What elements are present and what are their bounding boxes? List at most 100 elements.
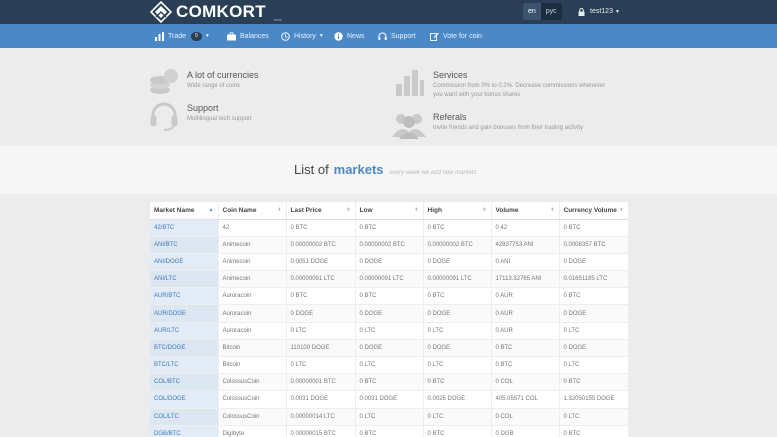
market-link[interactable]: ANI/DOGE xyxy=(150,253,219,272)
table-cell: 0 COL xyxy=(491,373,560,392)
table-cell: 0.00000091 LTC xyxy=(286,270,356,289)
table-row[interactable]: COL/BTC ColossusCoin 0.00000001 BTC 0 BTC 0 … xyxy=(150,373,629,392)
column-header-market-name[interactable]: Market Name ▲ xyxy=(150,202,219,220)
table-cell: 42 xyxy=(218,219,287,237)
column-header-coin-name[interactable]: Coin Name ⬍ xyxy=(218,202,287,220)
table-row[interactable]: 42/BTC 42 0 BTC 0 BTC 0 BTC 0 42 0 BTC xyxy=(150,219,629,237)
table-cell: 0 LTC xyxy=(559,408,629,426)
lang-ru[interactable]: рус xyxy=(541,3,562,20)
clock-icon xyxy=(281,31,290,41)
top-bar: COMKORT beta en рус test123 ▼ xyxy=(0,0,777,24)
markets-header: List of markets every week we add new ma… xyxy=(0,146,777,194)
features-section: A lot of currencies Wide range of coins … xyxy=(0,48,777,146)
column-header-last-price[interactable]: Last Price ⬍ xyxy=(286,202,356,220)
market-link[interactable]: DGB/BTC xyxy=(150,425,219,437)
table-cell: 0.0008357 BTC xyxy=(559,236,629,254)
table-cell: 42837753 ANI xyxy=(491,236,560,254)
column-header-currency-volume[interactable]: Currency Volume ⬍ xyxy=(559,202,629,220)
brand-logo[interactable]: COMKORT beta xyxy=(150,1,282,23)
table-cell: 0.00000001 BTC xyxy=(286,373,356,392)
table-cell: 0 AUR xyxy=(491,322,560,340)
trade-count-badge: 0 xyxy=(191,31,202,41)
nav-trade[interactable]: Trade 0 ▼ xyxy=(155,24,210,48)
table-cell: ColossusCoin xyxy=(218,373,287,392)
table-row[interactable]: ANI/DOGE Animecoin 0.0051 DOGE 0 DOGE 0 DOGE… xyxy=(150,253,629,272)
table-row[interactable]: BTC/DOGE Bitcoin 110100 DOGE 0 DOGE 0 DOGE 0 … xyxy=(150,339,629,358)
nav-vote[interactable]: Vote for coin xyxy=(430,24,482,48)
table-cell: 0 BTC xyxy=(491,356,560,375)
nav-news-label: News xyxy=(347,32,365,40)
lang-en[interactable]: en xyxy=(523,3,541,20)
markets-table: Market Name ▲ Coin Name ⬍ Last Price ⬍ Low ⬍… xyxy=(150,202,629,437)
sort-icon: ⬍ xyxy=(414,207,419,213)
sort-asc-icon: ▲ xyxy=(208,207,214,213)
table-cell: 0 DOGE xyxy=(355,253,424,272)
markets-title: List of markets every week we add new ma… xyxy=(294,162,477,177)
table-cell: 0.00000015 BTC xyxy=(286,425,356,437)
table-cell: 0.00000091 LTC xyxy=(423,270,492,289)
market-link[interactable]: AUR/DOGE xyxy=(150,304,219,323)
table-cell: 0 LTC xyxy=(423,356,492,375)
table-cell: 1.32050155 DOGE xyxy=(559,390,629,409)
edit-icon xyxy=(430,32,439,41)
market-link[interactable]: AUR/BTC xyxy=(150,287,219,306)
table-cell: 0 BTC xyxy=(423,219,492,237)
market-link[interactable]: COL/DOGE xyxy=(150,390,219,409)
market-link[interactable]: ANI/BTC xyxy=(150,236,219,254)
table-cell: 0 AUR xyxy=(491,287,560,306)
table-cell: Animecoin xyxy=(218,270,287,289)
market-link[interactable]: 42/BTC xyxy=(150,219,219,237)
table-cell: 0 LTC xyxy=(559,322,629,340)
market-link[interactable]: COL/BTC xyxy=(150,373,219,392)
column-header-low[interactable]: Low ⬍ xyxy=(355,202,424,220)
nav-vote-label: Vote for coin xyxy=(443,32,482,40)
table-cell: ColossusCoin xyxy=(218,390,287,409)
table-row[interactable]: AUR/DOGE Auroracoin 0 DOGE 0 DOGE 0 DOGE 0 AU… xyxy=(150,304,629,323)
market-link[interactable]: ANI/LTC xyxy=(150,270,219,289)
bar-chart-icon xyxy=(396,70,424,96)
nav-balances[interactable]: Balances xyxy=(227,24,269,48)
market-link[interactable]: AUR/LTC xyxy=(150,322,219,340)
column-header-high[interactable]: High ⬍ xyxy=(423,202,492,220)
table-cell: 0 BTC xyxy=(286,219,356,237)
feature-title: A lot of currencies xyxy=(187,70,259,80)
table-cell: 0.0051 DOGE xyxy=(286,253,356,272)
lock-icon xyxy=(578,7,585,16)
table-cell: 0 DGB xyxy=(491,425,560,437)
table-row[interactable]: COL/DOGE ColossusCoin 0.0031 DOGE 0.0031 DO… xyxy=(150,390,629,409)
sort-icon: ⬍ xyxy=(550,207,555,213)
table-cell: 0 BTC xyxy=(423,373,492,392)
market-link[interactable]: BTC/LTC xyxy=(150,356,219,375)
table-cell: 0 DOGE xyxy=(559,304,629,323)
table-row[interactable]: ANI/BTC Animecoin 0.00000002 BTC 0.00000002… xyxy=(150,236,629,254)
feature-title: Referals xyxy=(433,112,467,122)
markets-subtitle: every week we add new markets xyxy=(389,170,477,176)
nav-support[interactable]: Support xyxy=(378,24,416,48)
table-cell: 0 LTC xyxy=(559,356,629,375)
chevron-down-icon: ▼ xyxy=(204,33,210,39)
table-cell: 0 BTC xyxy=(355,219,424,237)
table-row[interactable]: DGB/BTC Digibyte 0.00000015 BTC 0 BTC 0 BTC 0… xyxy=(150,425,629,437)
headset-icon xyxy=(378,32,387,40)
table-cell: Bitcoin xyxy=(218,339,287,358)
table-cell: 0.01651185 LTC xyxy=(559,270,629,289)
market-link[interactable]: COL/LTC xyxy=(150,408,219,426)
nav-history[interactable]: History ▼ xyxy=(281,24,324,48)
user-menu[interactable]: test123 ▼ xyxy=(578,3,620,20)
table-cell: 0 LTC xyxy=(423,322,492,340)
table-cell: Digibyte xyxy=(218,425,287,437)
table-row[interactable]: BTC/LTC Bitcoin 0 LTC 0 LTC 0 LTC 0 BTC 0 LTC xyxy=(150,356,629,375)
market-link[interactable]: BTC/DOGE xyxy=(150,339,219,358)
table-cell: 17113.32765 ANI xyxy=(491,270,560,289)
table-row[interactable]: COL/LTC ColossusCoin 0.00000014 LTC 0 LTC 0 … xyxy=(150,408,629,426)
table-row[interactable]: AUR/BTC Auroracoin 0 BTC 0 BTC 0 BTC 0 AUR 0 B… xyxy=(150,287,629,306)
table-row[interactable]: ANI/LTC Animecoin 0.00000091 LTC 0.00000091… xyxy=(150,270,629,289)
table-cell: 0 LTC xyxy=(355,322,424,340)
table-cell: 0 LTC xyxy=(286,322,356,340)
column-header-volume[interactable]: Volume ⬍ xyxy=(491,202,560,220)
language-switcher: en рус xyxy=(523,3,562,20)
table-cell: 0 DOGE xyxy=(355,304,424,323)
nav-news[interactable]: News xyxy=(334,24,365,48)
table-cell: 405.05571 COL xyxy=(491,390,560,409)
table-row[interactable]: AUR/LTC Auroracoin 0 LTC 0 LTC 0 LTC 0 AUR 0 L… xyxy=(150,322,629,340)
